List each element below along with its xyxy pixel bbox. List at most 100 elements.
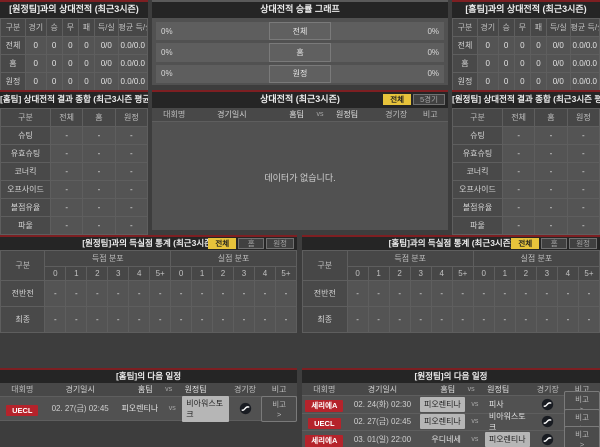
stat-cell: 0	[476, 72, 499, 91]
panel-h2h-vs-home: [홈팀]과의 상대전적 (최근3시즌) 구분 경기 승 무 패 득/실 평균 득…	[452, 0, 600, 91]
away-winrate-bar: 0%	[331, 43, 444, 62]
bin-header: 1	[65, 266, 88, 281]
goal-stats-tabs: 전체 홈 원정	[511, 238, 597, 249]
col-header: 평균 득/실	[569, 18, 600, 37]
stat-cell: -	[534, 216, 568, 235]
stat-cell: 0	[24, 54, 47, 73]
home-winrate-bar: 0%	[156, 43, 269, 62]
table-row: 원정 0 0 0 0 0/0 0.0/0.0	[0, 72, 149, 91]
bin-header: 2	[514, 266, 537, 281]
panel-title: [홈팀]과의 상대전적 (최근3시즌)	[452, 2, 600, 18]
stat-cell: -	[534, 198, 568, 217]
stat-cell: 0	[45, 36, 63, 55]
vs-label: vs	[467, 385, 475, 393]
tab-away[interactable]: 원정	[266, 238, 294, 249]
table-row: 오프사이드 - - -	[452, 180, 600, 199]
table-row: 코너킥 - - -	[0, 162, 149, 181]
table-row: 유효슈팅 - - -	[0, 144, 149, 163]
row-label: 슈팅	[0, 126, 51, 145]
table-row: 최종 - - - - - - - - - - - -	[0, 306, 298, 333]
tab-all[interactable]: 전체	[208, 238, 237, 249]
tab-all[interactable]: 전체	[511, 238, 540, 249]
stat-cell: -	[253, 306, 276, 333]
col-header: 패	[529, 18, 548, 37]
stat-cell: -	[49, 126, 84, 145]
col-header: 원정	[114, 108, 149, 127]
row-label: 오프사이드	[0, 180, 51, 199]
stat-cell: 0	[529, 54, 548, 73]
col-header: 원정	[566, 108, 600, 127]
vs-label: vs	[165, 386, 173, 393]
winrate-row: 0% 전체 0%	[156, 22, 444, 41]
row-label: 유효슈팅	[452, 144, 503, 163]
stat-cell: -	[501, 216, 536, 235]
bin-header: 2	[86, 266, 109, 281]
bin-header: 3	[232, 266, 255, 281]
table-header-row: 구분 전체 홈 원정	[452, 108, 600, 127]
row-label: 원정	[452, 72, 478, 91]
stat-cell: -	[149, 306, 172, 333]
bin-header: 1	[191, 266, 214, 281]
bin-header: 0	[346, 266, 369, 281]
row-label: 전반전	[302, 280, 348, 307]
stadium-icon[interactable]	[541, 433, 554, 446]
home-team-name: 피오렌티나	[121, 404, 159, 413]
goal-stats-tabs: 전체 홈 원정	[208, 238, 294, 249]
col-header: 구분	[0, 250, 46, 281]
group-header-scored: 득점 분포	[44, 250, 172, 267]
vs-label: vs	[471, 435, 479, 443]
panel-title: 상대전적 승률 그래프	[152, 2, 448, 18]
away-winrate-bar: 0%	[331, 64, 444, 83]
stat-cell: -	[451, 280, 474, 307]
empty-message: 데이터가 없습니다.	[264, 172, 336, 183]
stat-cell: 0.0/0.0	[569, 36, 600, 55]
stat-cell: -	[346, 280, 369, 307]
tab-all[interactable]: 전체	[383, 94, 412, 105]
table-row: 코너킥 - - -	[452, 162, 600, 181]
bin-header: 2	[388, 266, 411, 281]
stat-cell: 0	[513, 36, 531, 55]
stat-cell: -	[49, 198, 84, 217]
stat-cell: -	[535, 280, 558, 307]
stat-cell: 0/0	[94, 72, 119, 91]
winrate-chart: 0% 전체 0% 0% 홈 0% 0% 원정 0%	[152, 18, 448, 87]
note-button[interactable]: 비고 >	[564, 426, 600, 447]
stat-cell: -	[82, 144, 116, 163]
table-group-header-row: 구분 득점 분포 실점 분포	[302, 250, 600, 281]
col-header: 구분	[452, 108, 503, 127]
row-label: 오프사이드	[452, 180, 503, 199]
table-row: 전체 0 0 0 0 0/0 0.0/0.0	[0, 36, 149, 55]
col-header: 득/실	[94, 18, 119, 37]
col-header-datetime: 경기일시	[367, 384, 398, 394]
stat-cell: -	[577, 306, 600, 333]
panel-goal-stats-away: [원정팀]과의 득실점 통계 (최근3시즌) 전체 홈 원정 구분 득점 분포 …	[0, 235, 298, 333]
stadium-icon[interactable]	[541, 398, 554, 411]
stadium-icon[interactable]	[541, 415, 554, 428]
tab-home[interactable]: 홈	[238, 238, 265, 249]
stat-cell: -	[44, 306, 67, 333]
col-header-venue: 경기장	[385, 110, 408, 119]
vs-label: vs	[168, 405, 176, 412]
table-group-header-row: 구분 득점 분포 실점 분포	[0, 250, 297, 281]
group-header-conceded: 실점 분포	[472, 250, 600, 267]
panel-title: 상대전적 (최근3시즌)	[260, 94, 340, 104]
tab-home[interactable]: 홈	[541, 238, 568, 249]
bin-header: 1	[493, 266, 516, 281]
stadium-icon[interactable]	[239, 402, 252, 415]
tab-away[interactable]: 원정	[569, 238, 597, 249]
stat-cell: -	[501, 126, 536, 145]
stat-cell: -	[274, 280, 298, 307]
note-button[interactable]: 비고 >	[261, 395, 297, 422]
row-label: 파울	[0, 216, 51, 235]
home-winrate-value: 0%	[161, 26, 173, 36]
stat-cell: -	[49, 144, 84, 163]
stat-cell: -	[566, 144, 600, 163]
stat-cell: -	[493, 280, 516, 307]
stat-cell: -	[566, 162, 600, 181]
stat-cell: 0/0	[546, 36, 571, 55]
tab-last5[interactable]: 5경기	[413, 94, 445, 105]
bin-header: 1	[367, 266, 390, 281]
row-label: 최종	[302, 306, 348, 333]
stat-cell: 0	[497, 72, 515, 91]
stat-cell: -	[367, 306, 390, 333]
